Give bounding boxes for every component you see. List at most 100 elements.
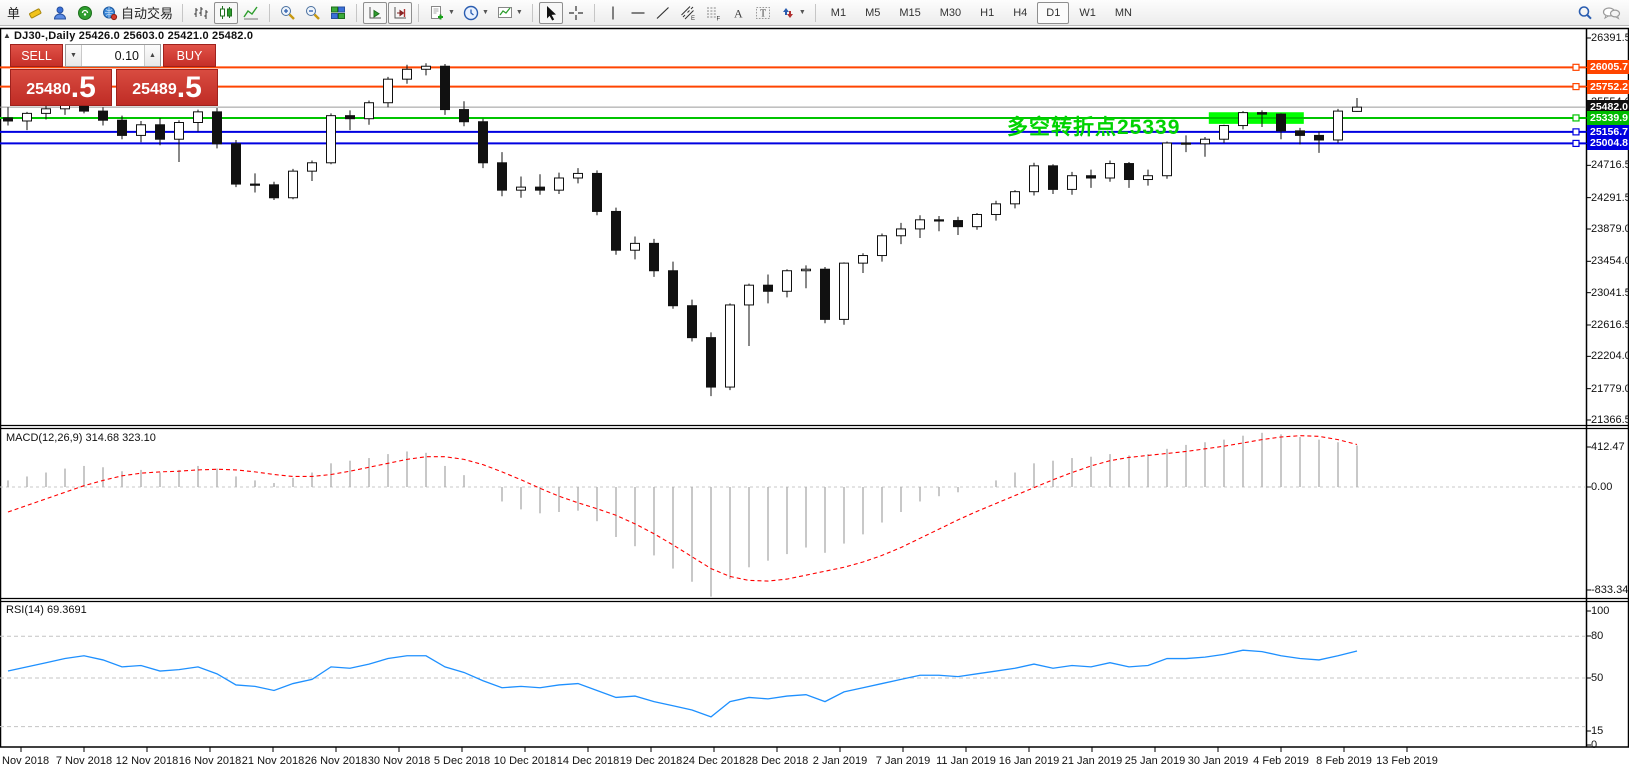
zoom-out-button[interactable] [301,2,325,24]
search-button[interactable] [1573,2,1597,24]
date-axis-label: 4 Feb 2019 [1253,755,1309,767]
turning-point-annotation: 多空转折点25339 [1007,111,1180,141]
price-badge: 25004.8 [1587,136,1629,150]
line-chart-icon [242,4,260,22]
indicators-button[interactable]: ▼ [493,2,526,24]
chart-canvas[interactable] [0,0,1629,773]
timeframe-M15[interactable]: M15 [890,2,929,24]
horizontal-line-button[interactable] [626,2,650,24]
dropdown-caret[interactable]: ▼ [516,9,523,17]
autotrade-button[interactable]: 自动交易 [98,2,176,24]
timeframe-H4[interactable]: H4 [1004,2,1036,24]
text-label-button[interactable]: T [751,2,775,24]
price-scale-label: 23454.0 [1591,255,1629,267]
rsi-scale-label: 0 [1591,739,1597,751]
buy-button[interactable]: BUY [163,44,216,67]
vertical-line-button[interactable] [601,2,625,24]
macd-scale-label: 0.00 [1591,481,1612,493]
toolbar-separator [532,4,533,22]
pane-collapse-icon[interactable]: ▲ [3,31,11,40]
mt4-trading-app: { "toolbar": { "new_order_label": "单", "… [0,0,1629,773]
rsi-scale-label: 100 [1591,605,1609,617]
macd-scale-label: 412.47 [1591,441,1625,453]
equidistant-channel-button[interactable]: E [676,2,700,24]
dropdown-caret[interactable]: ▼ [448,9,455,17]
timeframe-MN[interactable]: MN [1106,2,1141,24]
date-axis-label: 11 Jan 2019 [936,755,996,767]
chart-shift-button[interactable] [388,2,412,24]
date-axis-label: 19 Dec 2018 [620,755,682,767]
volume-input[interactable] [82,45,144,66]
chat-button[interactable] [1598,2,1624,24]
volume-decrease-button[interactable]: ▼ [66,45,82,66]
price-scale-label: 22204.0 [1591,350,1629,362]
signal-icon [76,4,94,22]
rsi-scale-label: 15 [1591,725,1603,737]
tile-windows-button[interactable] [326,2,350,24]
candlestick-chart-button[interactable] [214,2,238,24]
chart-shift-icon [391,4,409,22]
price-scale-label: 24291.5 [1591,192,1629,204]
price-scale-label: 22616.5 [1591,319,1629,331]
trendline-button[interactable] [651,2,675,24]
date-axis-label: 7 Jan 2019 [876,755,930,767]
date-axis-label: 28 Dec 2018 [746,755,808,767]
timeframe-M5[interactable]: M5 [856,2,889,24]
timeframe-W1[interactable]: W1 [1070,2,1105,24]
timeframe-H1[interactable]: H1 [971,2,1003,24]
rsi-scale-label: 80 [1591,630,1603,642]
toolbar-separator [418,4,419,22]
buy-price-main: 25489 [132,77,177,103]
templates-button[interactable]: ▼ [425,2,458,24]
sell-price-display[interactable]: 25480 .5 [10,69,112,106]
crosshair-icon [567,4,585,22]
timeframe-M1[interactable]: M1 [822,2,855,24]
buy-price-display[interactable]: 25489 .5 [116,69,218,106]
sell-price-pip: .5 [71,73,96,103]
timeframe-M30[interactable]: M30 [931,2,970,24]
eraser-button[interactable] [23,2,47,24]
indicators-icon [496,4,514,22]
profile-icon [51,4,69,22]
svg-text:A: A [734,6,743,20]
profile-button[interactable] [48,2,72,24]
eraser-icon [26,4,44,22]
periods-button[interactable]: ▼ [459,2,492,24]
equidistant-channel-icon: E [679,4,697,22]
date-axis-label: 26 Nov 2018 [305,755,367,767]
bar-chart-icon [192,4,210,22]
autotrade-label: 自动交易 [121,3,173,22]
crosshair-button[interactable] [564,2,588,24]
fibonacci-icon: F [704,4,722,22]
date-axis-label: 21 Jan 2019 [1062,755,1123,767]
timeframe-group: M1M5M15M30H1H4D1W1MN [822,2,1141,24]
cursor-icon [542,4,560,22]
ohlc-values: 25426.0 25603.0 25421.0 25482.0 [79,30,253,42]
templates-icon [428,4,446,22]
macd-scale-label: -833.34 [1591,584,1628,596]
toolbar-separator [815,4,816,22]
date-axis-label: 12 Nov 2018 [116,755,178,767]
date-axis-label: 10 Dec 2018 [494,755,556,767]
new-order-button[interactable]: 单 [5,3,22,22]
zoom-in-button[interactable] [276,2,300,24]
date-axis-label: 16 Nov 2018 [179,755,241,767]
auto-scroll-icon [366,4,384,22]
text-label-icon: T [754,4,772,22]
price-scale-label: 21779.0 [1591,383,1629,395]
cursor-button[interactable] [539,2,563,24]
bar-chart-button[interactable] [189,2,213,24]
dropdown-caret[interactable]: ▼ [799,9,806,17]
text-icon: A [729,4,747,22]
line-chart-button[interactable] [239,2,263,24]
arrows-button[interactable]: ▼ [776,2,809,24]
text-button[interactable]: A [726,2,750,24]
zoom-out-icon [304,4,322,22]
volume-increase-button[interactable]: ▲ [144,45,160,66]
signal-button[interactable] [73,2,97,24]
auto-scroll-button[interactable] [363,2,387,24]
dropdown-caret[interactable]: ▼ [482,9,489,17]
fibonacci-button[interactable]: F [701,2,725,24]
timeframe-D1[interactable]: D1 [1037,2,1069,24]
sell-button[interactable]: SELL [10,44,63,67]
